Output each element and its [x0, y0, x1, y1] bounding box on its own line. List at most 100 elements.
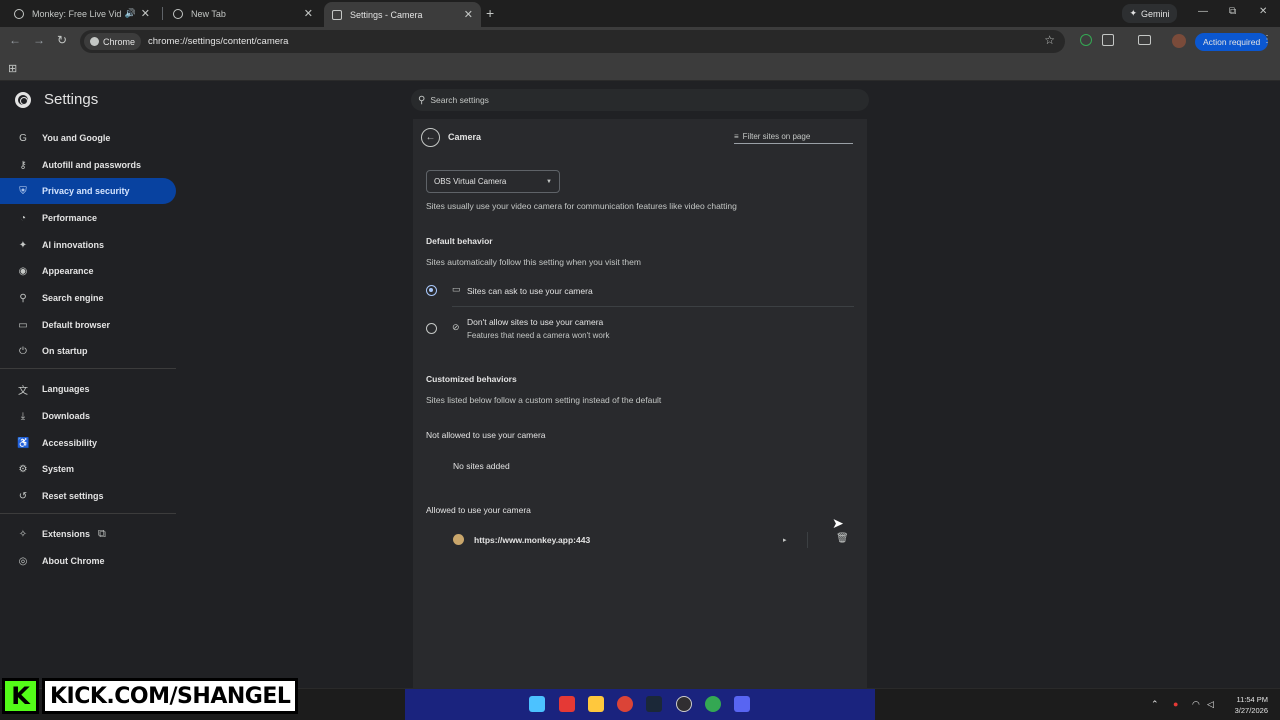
- sidebar-item-you-and-google[interactable]: G You and Google: [0, 125, 176, 151]
- sidebar-item-accessibility[interactable]: ♿ Accessibility: [0, 430, 176, 456]
- chrome-icon: [90, 37, 99, 46]
- sidebar-item-reset-settings[interactable]: ↺ Reset settings: [0, 483, 176, 509]
- search-placeholder: Search settings: [430, 95, 489, 105]
- tab-close-icon[interactable]: ✕: [141, 7, 150, 20]
- start-icon[interactable]: [529, 696, 545, 712]
- radio-block[interactable]: [426, 323, 437, 334]
- filter-icon: ≡: [734, 132, 739, 141]
- kick-url-text: KICK.COM/SHANGEL: [42, 678, 299, 714]
- sidebar-item-autofill[interactable]: ⚷ Autofill and passwords: [0, 152, 176, 178]
- sidebar-item-about-chrome[interactable]: ◎ About Chrome: [0, 548, 176, 574]
- folder-icon[interactable]: [588, 696, 604, 712]
- back-button[interactable]: ←: [9, 33, 21, 47]
- sidebar-item-label: Languages: [42, 384, 90, 394]
- extension-icon[interactable]: [1080, 34, 1092, 46]
- sidebar-item-languages[interactable]: 文 Languages: [0, 376, 176, 402]
- tab-settings-camera[interactable]: Settings - Camera ✕: [324, 2, 481, 27]
- sidebar-item-system[interactable]: ⚙ System: [0, 456, 176, 482]
- kick-logo: K: [2, 678, 39, 714]
- back-arrow-button[interactable]: ←: [421, 128, 440, 147]
- selected-device: OBS Virtual Camera: [434, 177, 507, 186]
- site-info-chip[interactable]: Chrome: [84, 33, 142, 50]
- sidebar-item-label: AI innovations: [42, 240, 105, 250]
- sidebar-item-performance[interactable]: ◔ Performance: [0, 205, 176, 231]
- option-block-subtext: Features that need a camera won't work: [467, 331, 610, 340]
- chrome-favicon-icon: [173, 8, 183, 19]
- action-required-button[interactable]: Action required: [1195, 33, 1269, 51]
- volume-icon[interactable]: ◁: [1207, 699, 1214, 710]
- sidebar-item-label: You and Google: [42, 133, 111, 143]
- gemini-button[interactable]: ✦ Gemini: [1122, 4, 1177, 23]
- customized-behaviors-heading: Customized behaviors: [426, 374, 517, 384]
- obs-icon[interactable]: [676, 696, 692, 712]
- sidebar-item-downloads[interactable]: ⤓ Downloads: [0, 403, 176, 429]
- close-window-button[interactable]: ✕: [1259, 6, 1267, 17]
- google-icon: G: [19, 132, 27, 144]
- taskbar-apps: [405, 689, 875, 720]
- camera-device-select[interactable]: OBS Virtual Camera ▼: [426, 170, 560, 193]
- sidebar-item-privacy[interactable]: ⛨ Privacy and security: [0, 178, 176, 204]
- url-text[interactable]: chrome://settings/content/camera: [148, 36, 288, 47]
- sidebar-item-label: Autofill and passwords: [42, 160, 142, 170]
- reset-icon: ↺: [18, 490, 28, 502]
- chrome-menu-icon[interactable]: ⋮: [1262, 34, 1272, 45]
- address-bar[interactable]: Chrome chrome://settings/content/camera …: [80, 30, 1065, 53]
- sidebar-item-label: System: [42, 464, 75, 474]
- tab-monkey[interactable]: Monkey: Free Live Video Ch 🔊 ✕: [6, 0, 158, 27]
- extensions-puzzle-icon[interactable]: [1102, 34, 1114, 46]
- shield-icon: ⛨: [19, 185, 27, 197]
- no-sites-text: No sites added: [453, 461, 510, 471]
- not-allowed-heading: Not allowed to use your camera: [426, 430, 546, 440]
- new-tab-button[interactable]: +: [486, 5, 494, 21]
- key-icon: ⚷: [19, 159, 27, 171]
- browser-window-icon: ▭: [18, 319, 28, 331]
- apps-grid-icon[interactable]: ⊞: [8, 62, 17, 75]
- radio-allow-ask[interactable]: [426, 285, 437, 296]
- minimize-button[interactable]: —: [1198, 6, 1208, 17]
- wifi-icon[interactable]: ◠: [1192, 699, 1200, 710]
- side-panel-icon[interactable]: [1138, 35, 1151, 45]
- sidebar-item-extensions[interactable]: ✧ Extensions ⧉: [0, 521, 176, 547]
- search-icon: ⚲: [418, 94, 426, 106]
- settings-page: Settings ⚲ Search settings G You and Goo…: [0, 81, 1280, 688]
- profile-avatar[interactable]: [1172, 34, 1186, 48]
- chrome-active-icon[interactable]: [705, 696, 721, 712]
- app-icon[interactable]: [559, 696, 575, 712]
- tab-title: Settings - Camera: [350, 9, 423, 20]
- sidebar-item-default-browser[interactable]: ▭ Default browser: [0, 312, 176, 338]
- sidebar-item-ai-innovations[interactable]: ✦ AI innovations: [0, 232, 176, 258]
- mouse-cursor-icon: ➤: [832, 515, 844, 531]
- discord-icon[interactable]: [734, 696, 750, 712]
- sidebar-item-search-engine[interactable]: ⚲ Search engine: [0, 285, 176, 311]
- forward-button[interactable]: →: [33, 33, 45, 47]
- sidebar-item-label: Performance: [42, 213, 98, 223]
- monkey-favicon-icon: [453, 534, 464, 545]
- arrow-right-icon[interactable]: ▸: [783, 536, 787, 544]
- sidebar-item-label: Extensions ⧉: [42, 527, 106, 540]
- reload-button[interactable]: ↻: [57, 33, 67, 47]
- tab-close-icon[interactable]: ✕: [304, 7, 313, 20]
- microphone-icon[interactable]: ●: [1173, 699, 1178, 709]
- tray-overflow-icon[interactable]: ⌃: [1151, 699, 1159, 710]
- allowed-heading: Allowed to use your camera: [426, 505, 531, 515]
- sidebar-item-label: Search engine: [42, 293, 104, 303]
- clock[interactable]: 11:54 PM 3/27/2026: [1228, 694, 1268, 716]
- steam-icon[interactable]: [646, 696, 662, 712]
- tab-new-tab[interactable]: New Tab ✕: [165, 0, 321, 27]
- tab-title: Monkey: Free Live Video Ch: [32, 8, 121, 19]
- sidebar-item-appearance[interactable]: ◉ Appearance: [0, 258, 176, 284]
- sidebar-item-on-startup[interactable]: ⏻ On startup: [0, 338, 176, 364]
- speedometer-icon: ◔: [19, 212, 27, 224]
- customized-behaviors-subtext: Sites listed below follow a custom setti…: [426, 395, 662, 405]
- sidebar-item-label: Default browser: [42, 320, 111, 330]
- delete-icon[interactable]: 🗑: [836, 533, 849, 544]
- accessibility-icon: ♿: [17, 437, 30, 449]
- search-settings-input[interactable]: ⚲ Search settings: [411, 89, 869, 111]
- download-icon: ⤓: [20, 410, 26, 422]
- chrome-icon[interactable]: [617, 696, 633, 712]
- bookmark-star-icon[interactable]: ☆: [1044, 33, 1055, 47]
- tab-close-icon[interactable]: ✕: [464, 8, 473, 21]
- filter-sites-input[interactable]: ≡ Filter sites on page: [734, 130, 853, 144]
- audio-icon[interactable]: 🔊: [125, 8, 136, 19]
- maximize-button[interactable]: ⧉: [1229, 6, 1236, 17]
